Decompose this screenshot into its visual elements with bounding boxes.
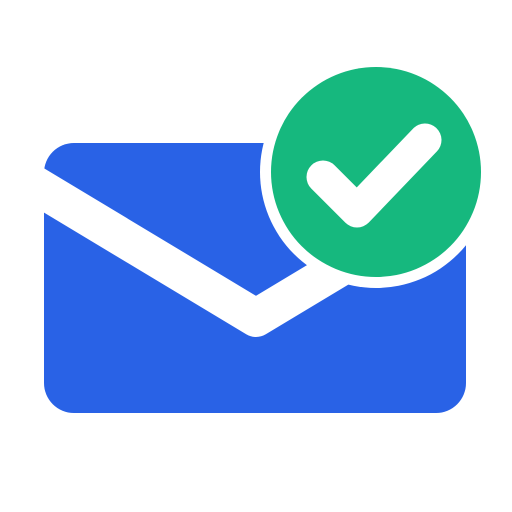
icon-canvas <box>0 0 512 512</box>
mail-verified-icon <box>11 56 501 413</box>
